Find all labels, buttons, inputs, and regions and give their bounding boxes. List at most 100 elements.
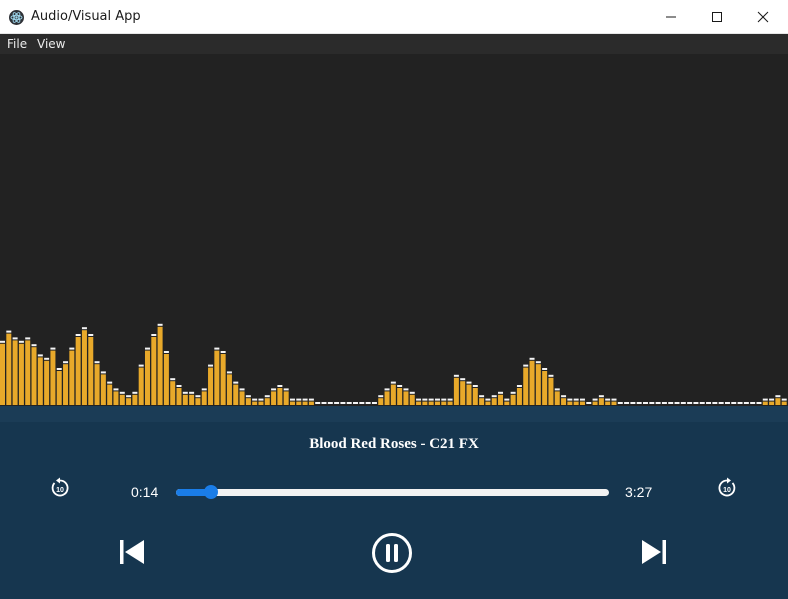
spectrum-bar: [37, 357, 43, 405]
spectrum-peak-cap: [523, 364, 529, 367]
previous-track-button[interactable]: [118, 538, 146, 566]
spectrum-peak-cap: [113, 388, 119, 391]
spectrum-peak-cap: [687, 402, 693, 404]
spectrum-bar: [189, 394, 195, 405]
spectrum-peak-cap: [239, 388, 245, 391]
spectrum-peak-cap: [37, 354, 43, 357]
spectrum-peak-cap: [712, 402, 718, 404]
spectrum-peak-cap: [176, 385, 182, 387]
spectrum-peak-cap: [561, 395, 567, 398]
spectrum-bar: [460, 381, 466, 405]
spectrum-peak-cap: [447, 398, 453, 401]
seek-track[interactable]: [176, 489, 609, 496]
close-button[interactable]: [740, 0, 786, 34]
spectrum-peak-cap: [25, 337, 31, 340]
spectrum-peak-cap: [472, 385, 478, 387]
minimize-icon: [666, 16, 676, 18]
spectrum-bar: [44, 360, 50, 405]
spectrum-peak-cap: [434, 398, 440, 401]
rewind-10-button[interactable]: 10: [49, 477, 71, 499]
spectrum-bar: [504, 401, 510, 405]
maximize-button[interactable]: [694, 0, 740, 34]
spectrum-peak-cap: [371, 402, 377, 404]
spectrum-peak-cap: [548, 374, 554, 377]
spectrum-bar: [491, 398, 497, 405]
spectrum-bar: [542, 371, 548, 405]
spectrum-peak-cap: [542, 368, 548, 370]
spectrum-bar: [548, 377, 554, 405]
spectrum-peak-cap: [138, 364, 144, 367]
spectrum-bar: [289, 401, 295, 405]
spectrum-bar: [264, 398, 270, 405]
spectrum-peak-cap: [157, 323, 163, 326]
next-track-button[interactable]: [640, 538, 668, 566]
spectrum-bar: [516, 388, 522, 405]
spectrum-peak-cap: [264, 395, 270, 398]
spectrum-peak-cap: [107, 381, 113, 384]
spectrum-peak-cap: [775, 395, 781, 398]
spectrum-bar: [31, 347, 37, 405]
spectrum-peak-cap: [397, 385, 403, 387]
spectrum-peak-cap: [315, 402, 321, 404]
electron-atom-icon: [9, 10, 24, 25]
spectrum-peak-cap: [529, 357, 535, 360]
spectrum-peak-cap: [88, 334, 94, 336]
spectrum-bar: [201, 391, 207, 405]
spectrum-bar: [554, 391, 560, 405]
spectrum-bar: [781, 401, 787, 405]
spectrum-bar: [271, 391, 277, 405]
skip-previous-icon: [120, 540, 144, 564]
spectrum-bar: [409, 394, 415, 405]
spectrum-peak-cap: [6, 330, 12, 333]
spectrum-peak-cap: [390, 381, 396, 384]
replay-10-icon: 10: [51, 477, 69, 497]
spectrum-bar: [283, 391, 289, 405]
spectrum-peak-cap: [151, 334, 157, 336]
spectrum-peak-cap: [126, 395, 132, 398]
spectrum-bar: [94, 364, 100, 405]
spectrum-bar: [258, 401, 264, 405]
rewind-seconds-label: 10: [56, 487, 64, 494]
spectrum-peak-cap: [516, 385, 522, 387]
spectrum-peak-cap: [378, 395, 384, 398]
spectrum-bar: [384, 391, 390, 405]
spectrum-peak-cap: [75, 334, 81, 336]
spectrum-bar: [466, 384, 472, 405]
spectrum-peak-cap: [693, 402, 699, 404]
spectrum-peak-cap: [781, 398, 787, 401]
spectrum-bar: [113, 391, 119, 405]
menu-bar: File View: [0, 34, 788, 54]
menu-file[interactable]: File: [7, 37, 27, 51]
forward-10-button[interactable]: 10: [716, 477, 738, 499]
audio-visualizer: [0, 54, 788, 407]
spectrum-bar: [769, 401, 775, 405]
spectrum-bar: [535, 364, 541, 405]
seek-thumb[interactable]: [203, 485, 218, 499]
spectrum-peak-cap: [624, 402, 630, 404]
spectrum-bar: [226, 374, 232, 405]
forward-10-icon: 10: [718, 477, 736, 497]
minimize-button[interactable]: [648, 0, 694, 34]
spectrum-bars: [0, 323, 787, 405]
spectrum-peak-cap: [504, 398, 510, 401]
spectrum-peak-cap: [416, 398, 422, 401]
spectrum-bar: [510, 394, 516, 405]
play-pause-button[interactable]: [370, 531, 414, 575]
spectrum-peak-cap: [283, 388, 289, 391]
spectrum-peak-cap: [460, 378, 466, 381]
window-title: Audio/Visual App: [31, 9, 141, 24]
seek-slider[interactable]: [176, 485, 609, 499]
spectrum-peak-cap: [245, 395, 251, 398]
spectrum-bar: [434, 401, 440, 405]
spectrum-bar: [611, 401, 617, 405]
spectrum-bar: [573, 401, 579, 405]
spectrum-bar: [390, 384, 396, 405]
spectrum-bar: [151, 337, 157, 405]
spectrum-peak-cap: [491, 395, 497, 398]
spectrum-bar: [523, 367, 529, 405]
spectrum-peak-cap: [586, 402, 592, 404]
menu-view[interactable]: View: [37, 37, 65, 51]
pause-circle-icon: [372, 533, 412, 573]
spectrum-bar: [296, 401, 302, 405]
app-window: Audio/Visual App File View Blood Red Ros…: [0, 0, 788, 599]
